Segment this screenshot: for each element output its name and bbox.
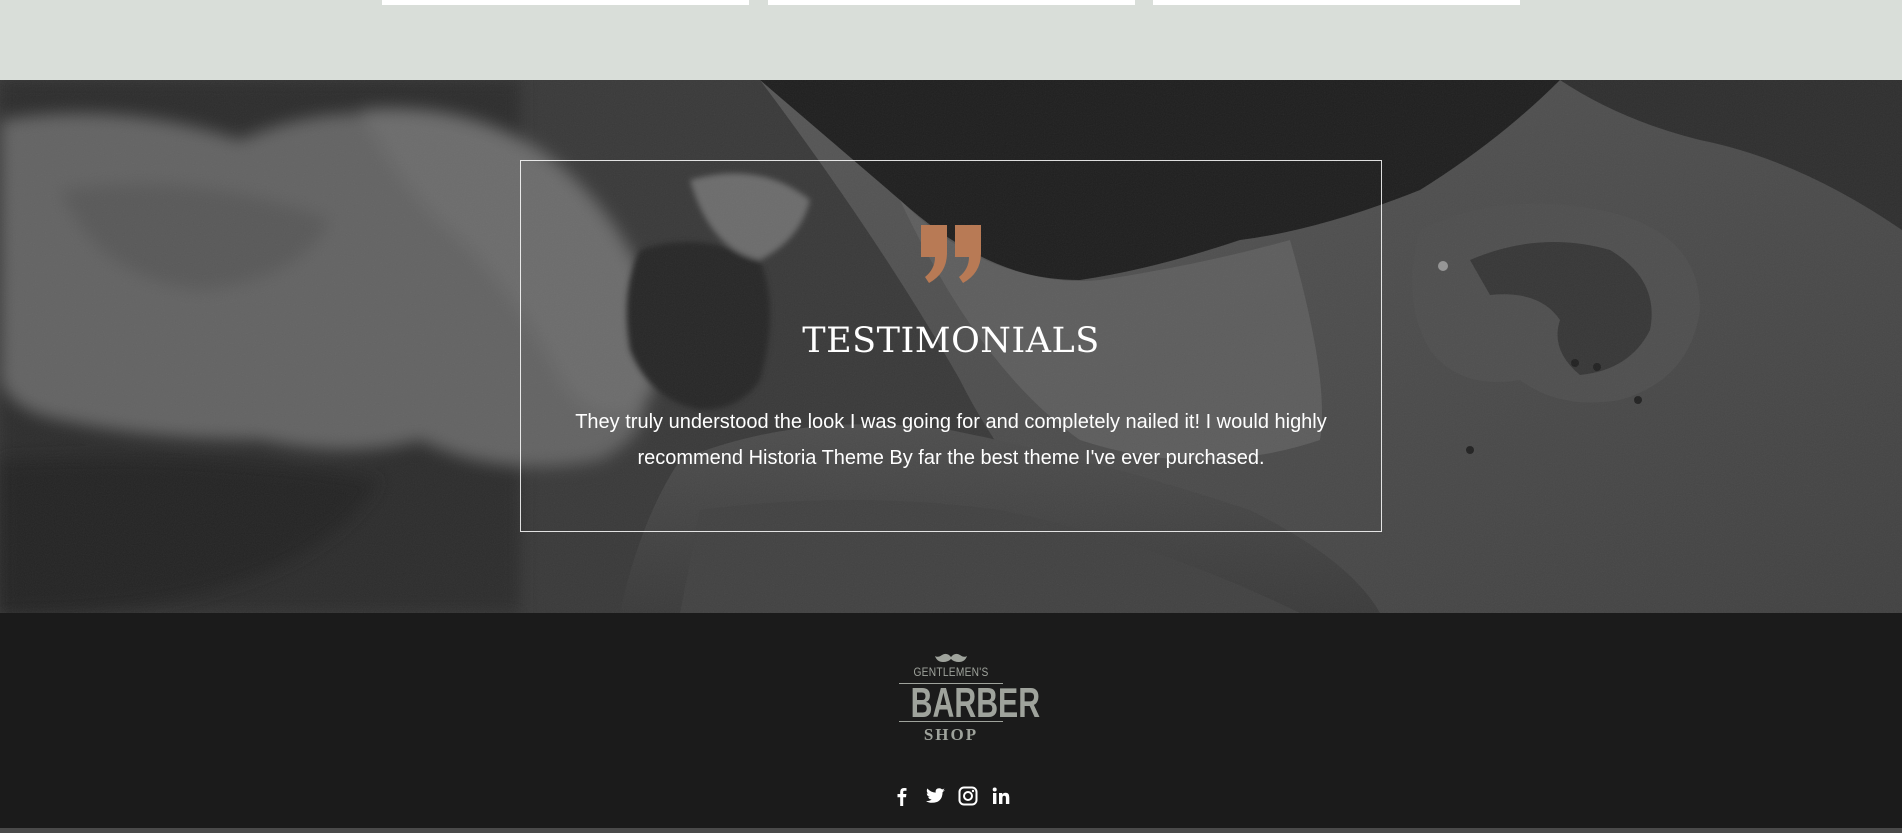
- card-bottom-2: [768, 0, 1135, 5]
- instagram-icon: [958, 786, 978, 806]
- facebook-link[interactable]: [890, 784, 914, 808]
- bottom-bar: [0, 828, 1902, 833]
- instagram-link[interactable]: [956, 784, 980, 808]
- logo-line-gentlemens: GENTLEMEN'S: [913, 665, 989, 679]
- logo-line-shop: SHOP: [923, 725, 979, 744]
- linkedin-link[interactable]: [989, 784, 1013, 808]
- linkedin-icon: [992, 787, 1010, 804]
- top-section: [0, 0, 1902, 80]
- footer: GENTLEMEN'S BARBER SHOP: [0, 613, 1902, 828]
- card-bottom-1: [382, 0, 749, 5]
- testimonial-card: TESTIMONIALS They truly understood the l…: [520, 160, 1382, 532]
- logo-line-barber: BARBER: [910, 679, 1041, 726]
- testimonials-section: TESTIMONIALS They truly understood the l…: [0, 80, 1902, 613]
- barber-shop-logo[interactable]: GENTLEMEN'S BARBER SHOP: [895, 652, 1041, 752]
- quote-icon: [921, 225, 981, 283]
- twitter-link[interactable]: [923, 784, 947, 808]
- testimonial-quote: They truly understood the look I was goi…: [575, 411, 1327, 469]
- testimonials-title: TESTIMONIALS: [802, 321, 1100, 361]
- social-links: [890, 784, 1015, 808]
- logo-rule-bottom: [899, 721, 1003, 722]
- twitter-icon: [926, 788, 945, 803]
- facebook-icon: [897, 788, 907, 806]
- mustache-icon: [935, 653, 967, 662]
- card-bottom-3: [1153, 0, 1520, 5]
